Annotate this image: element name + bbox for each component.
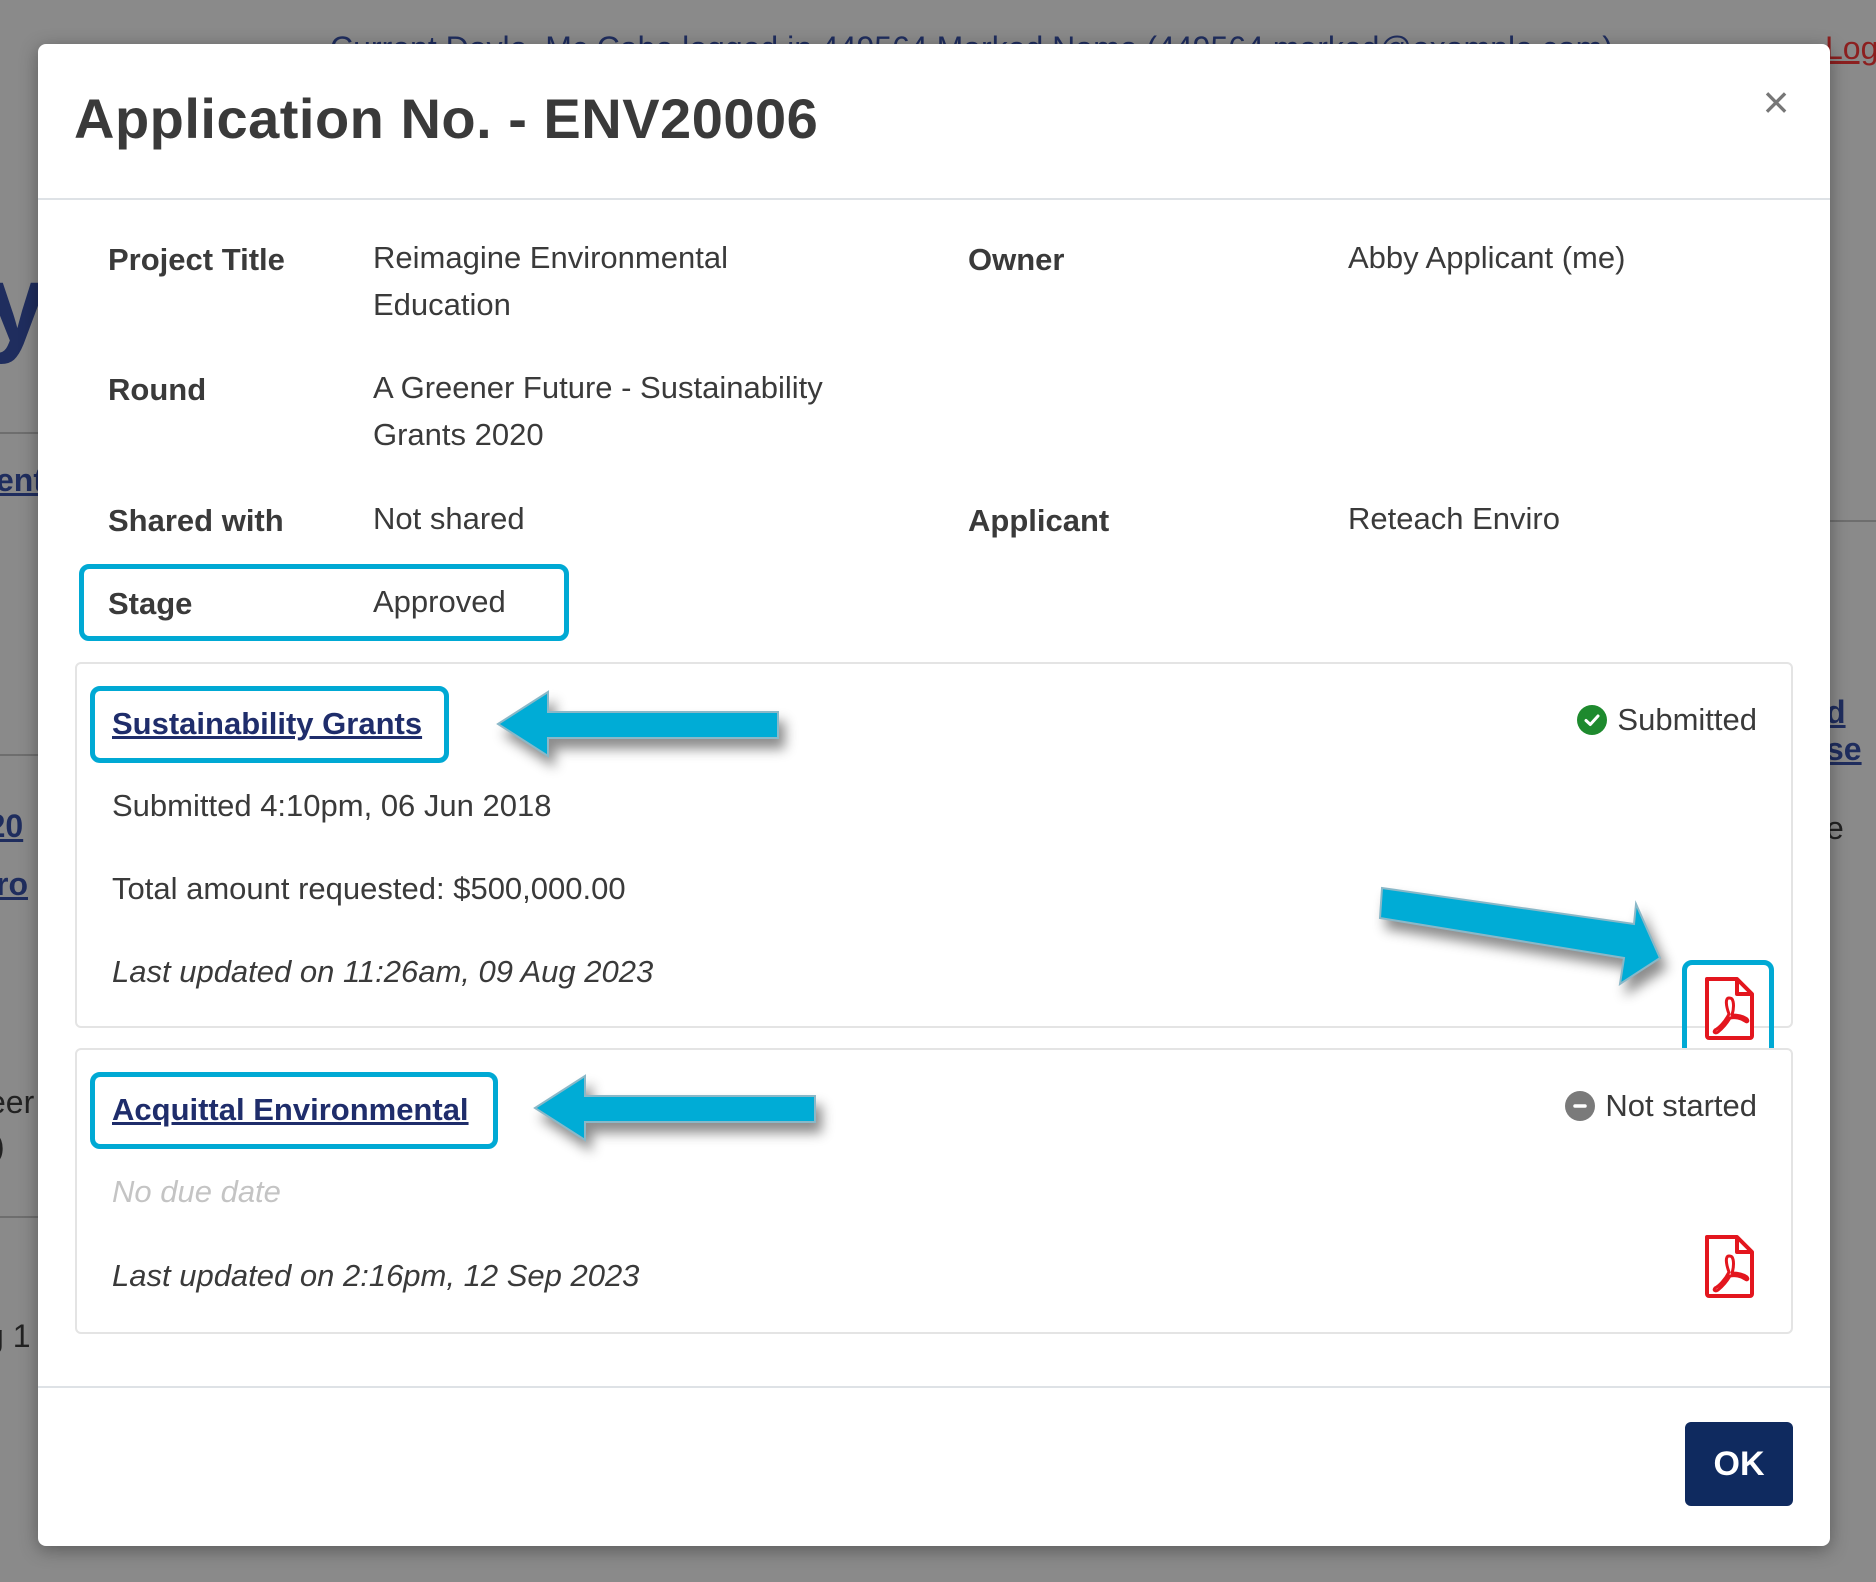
minus-circle-icon xyxy=(1565,1091,1596,1121)
background-logout-link: Log xyxy=(1825,30,1876,66)
amount-requested-text: Total amount requested: $500,000.00 xyxy=(112,871,626,906)
owner-label: Owner xyxy=(968,242,1065,277)
background-link-fragment: d se xyxy=(1826,694,1862,767)
owner-value: Abby Applicant (me) xyxy=(1348,240,1626,275)
shared-with-label: Shared with xyxy=(108,503,284,538)
status-label: Not started xyxy=(1605,1088,1757,1123)
background-text-fragment: eer xyxy=(0,1084,35,1120)
pdf-download-icon[interactable] xyxy=(1701,1234,1757,1298)
last-updated-text: Last updated on 2:16pm, 12 Sep 2023 xyxy=(112,1258,640,1293)
acquittal-environmental-highlight-box xyxy=(90,1072,498,1149)
sustainability-grants-highlight-box xyxy=(90,686,449,763)
background-divider xyxy=(0,432,40,434)
stage-highlight-box xyxy=(79,564,569,641)
applicant-label: Applicant xyxy=(968,503,1110,538)
background-text-fragment: g 1 xyxy=(0,1318,31,1354)
ok-button[interactable]: OK xyxy=(1685,1422,1793,1506)
round-value-line: A Greener Future - Sustainability xyxy=(373,370,823,405)
background-link-fragment: '20 xyxy=(0,808,24,844)
background-divider xyxy=(1830,520,1876,522)
project-title-value: Reimagine Environmental Education xyxy=(373,234,728,328)
annotation-arrow-right-icon xyxy=(1378,886,1662,987)
background-divider xyxy=(0,1216,40,1218)
annotation-arrow-left-icon xyxy=(533,1074,816,1142)
check-circle-icon xyxy=(1577,705,1608,735)
background-text-fragment: ) xyxy=(0,1128,5,1165)
application-modal: Application No. - ENV20006 × Project Tit… xyxy=(38,44,1830,1546)
status-submitted: Submitted xyxy=(1577,702,1757,738)
status-label: Submitted xyxy=(1617,702,1757,737)
round-value: A Greener Future - Sustainability Grants… xyxy=(373,364,823,458)
status-not-started: Not started xyxy=(1565,1088,1757,1124)
project-title-value-line: Education xyxy=(373,287,511,322)
round-value-line: Grants 2020 xyxy=(373,417,544,452)
form-card-acquittal-environmental: Acquittal Environmental Not started No d… xyxy=(75,1048,1793,1334)
background-divider xyxy=(0,754,40,756)
round-label: Round xyxy=(108,372,207,407)
project-title-value-line: Reimagine Environmental xyxy=(373,240,728,275)
modal-footer-divider xyxy=(38,1386,1830,1388)
pdf-download-icon[interactable] xyxy=(1701,976,1757,1040)
submitted-date-text: Submitted 4:10pm, 06 Jun 2018 xyxy=(112,788,552,823)
last-updated-text: Last updated on 11:26am, 09 Aug 2023 xyxy=(112,954,654,989)
project-title-label: Project Title xyxy=(108,242,285,277)
modal-header: Application No. - ENV20006 × xyxy=(38,44,1830,200)
annotation-arrow-left-icon xyxy=(496,690,779,758)
close-icon[interactable]: × xyxy=(1752,78,1800,126)
modal-title: Application No. - ENV20006 xyxy=(74,87,819,150)
no-due-date-text: No due date xyxy=(112,1174,281,1209)
background-link-fragment: ro xyxy=(0,866,28,902)
shared-with-value: Not shared xyxy=(373,501,525,536)
applicant-value: Reteach Enviro xyxy=(1348,501,1560,536)
